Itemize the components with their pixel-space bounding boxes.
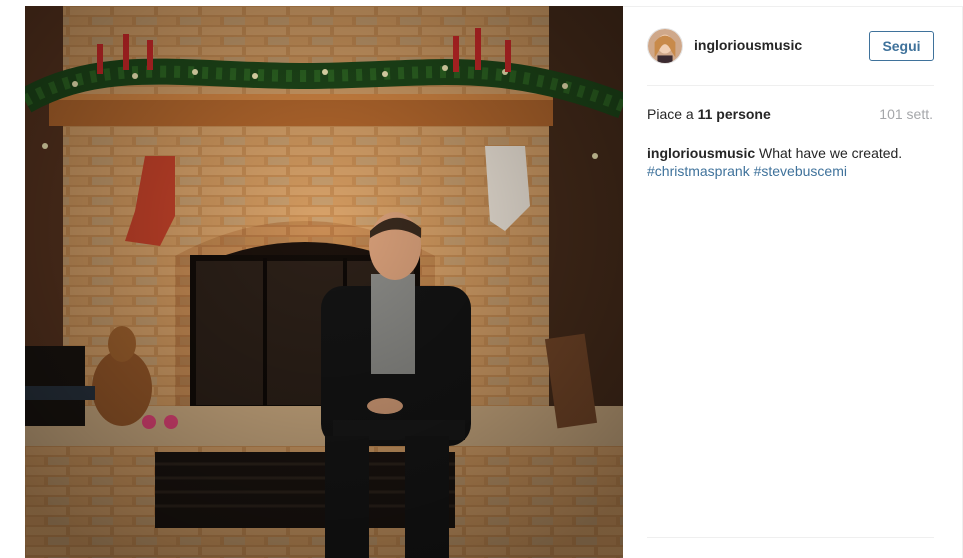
avatar-icon bbox=[648, 29, 682, 63]
hashtag-link[interactable]: #stevebuscemi bbox=[754, 163, 847, 179]
likes-number: 11 bbox=[697, 106, 713, 122]
caption-username[interactable]: ingloriousmusic bbox=[647, 145, 755, 161]
post-sidebar: ingloriousmusic Segui Piace a 11 persone… bbox=[623, 6, 963, 558]
caption-text: What have we created. bbox=[755, 145, 903, 161]
footer-divider bbox=[647, 537, 934, 538]
likes-suffix: persone bbox=[712, 106, 771, 122]
likes-prefix: Piace a bbox=[647, 106, 698, 122]
user-avatar[interactable] bbox=[647, 28, 683, 64]
likes-count[interactable]: Piace a 11 persone bbox=[647, 106, 771, 122]
header-divider bbox=[647, 85, 934, 86]
header-username[interactable]: ingloriousmusic bbox=[694, 37, 802, 53]
post-header: ingloriousmusic Segui bbox=[623, 7, 958, 85]
follow-button[interactable]: Segui bbox=[869, 31, 934, 61]
post-timestamp[interactable]: 101 sett. bbox=[879, 106, 933, 122]
hashtag-link[interactable]: #christmasprank bbox=[647, 163, 750, 179]
fireplace-scene bbox=[25, 6, 623, 558]
post-caption: ingloriousmusic What have we created. #c… bbox=[647, 144, 937, 180]
post-photo[interactable] bbox=[25, 6, 623, 558]
